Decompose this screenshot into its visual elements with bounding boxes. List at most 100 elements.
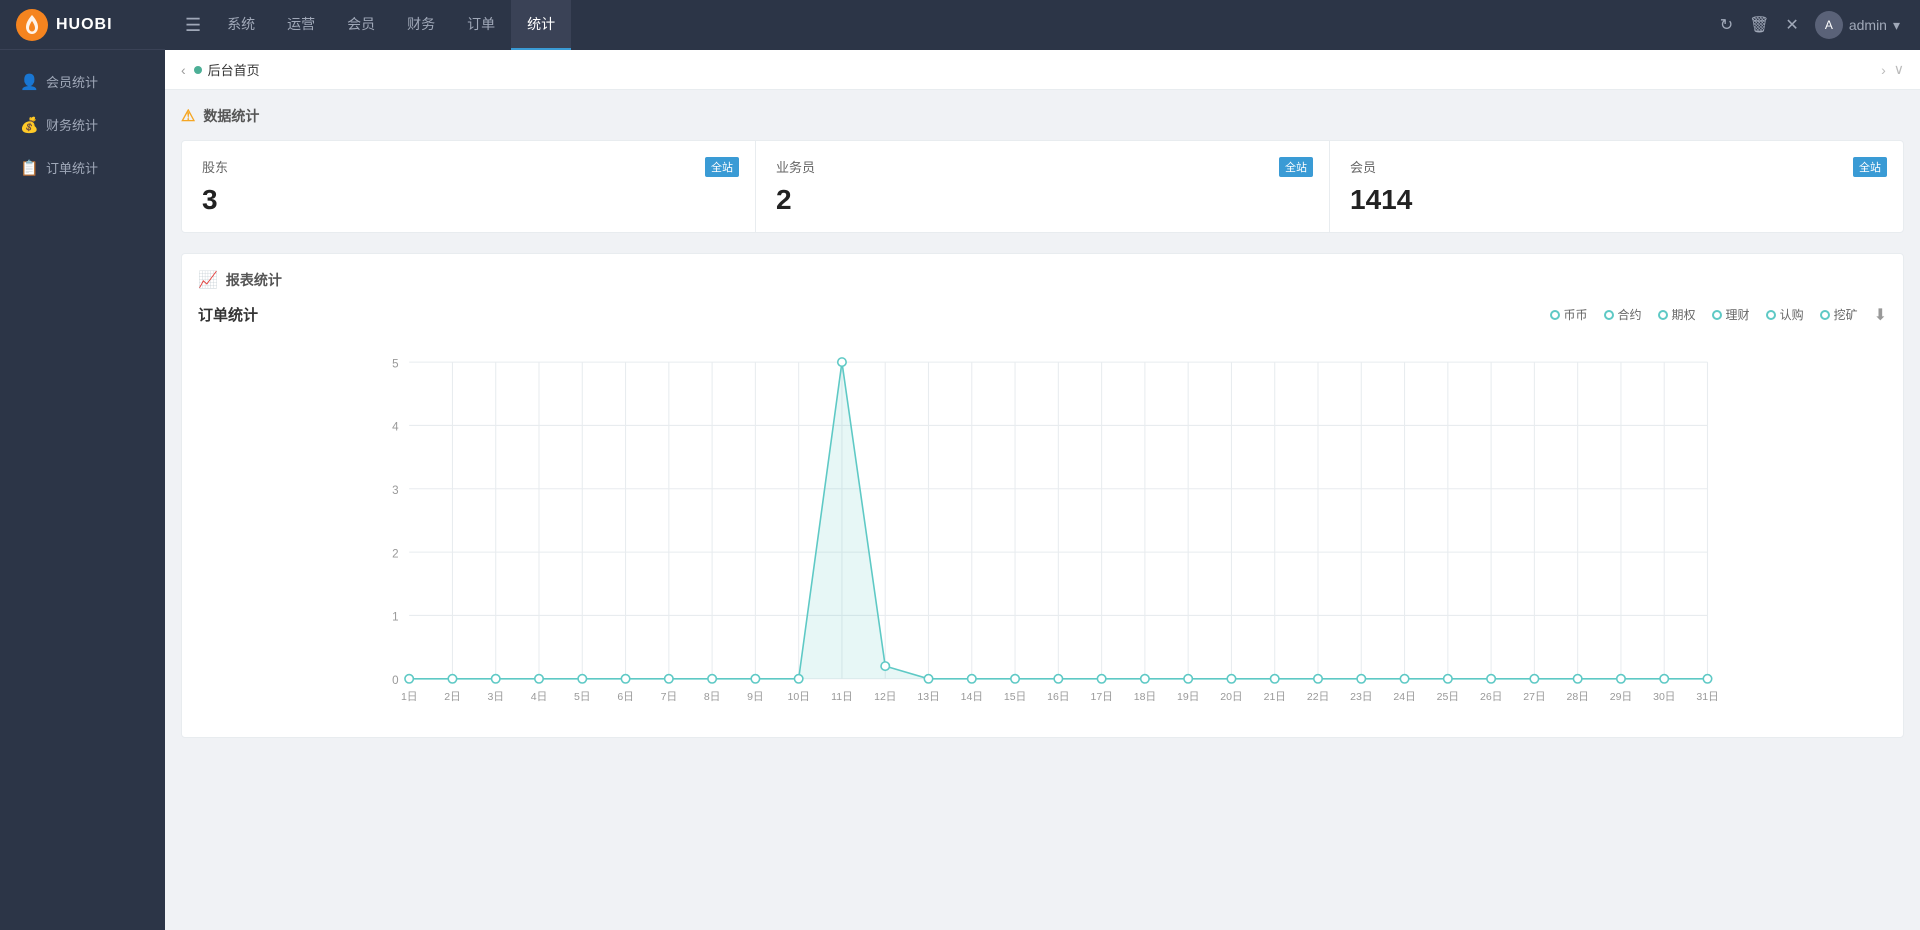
tab-operations[interactable]: 运营 [271, 0, 331, 50]
stat-member-badge: 全站 [1853, 157, 1887, 177]
chart-icon: 📈 [198, 270, 218, 290]
stat-shareholder-label: 股东 [202, 157, 735, 176]
huobi-logo-icon [16, 9, 48, 41]
member-stats-icon: 👤 [20, 73, 38, 91]
tab-member-label: 会员 [347, 14, 375, 34]
chart-dot-19 [1227, 675, 1235, 683]
sidebar-item-member-stats[interactable]: 👤 会员统计 [0, 60, 165, 103]
chart-dot-13 [968, 675, 976, 683]
chart-download-button[interactable]: ⬇ [1874, 305, 1887, 325]
chart-section-header: 📈 报表统计 [198, 270, 1887, 290]
stat-salesman-value: 2 [776, 184, 1309, 216]
legend-subscribe: 认购 [1766, 306, 1804, 323]
user-label: admin [1849, 17, 1887, 33]
chart-section-label: 报表统计 [226, 270, 282, 290]
topbar: ☰ 系统 运营 会员 财务 订单 统计 ↻ 🗑 ✕ [165, 0, 1920, 50]
chart-header: 订单统计 币币 合约 期权 [198, 304, 1887, 325]
chart-dot-12 [924, 675, 932, 683]
chart-dot-17 [1141, 675, 1149, 683]
legend-option-label: 期权 [1672, 306, 1696, 323]
chart-dot-1 [448, 675, 456, 683]
tab-finance[interactable]: 财务 [391, 0, 451, 50]
breadcrumb-text: 后台首页 [208, 60, 260, 79]
svg-text:1日: 1日 [401, 691, 417, 703]
chart-dot-3 [535, 675, 543, 683]
svg-text:7日: 7日 [661, 691, 677, 703]
svg-text:11日: 11日 [831, 691, 853, 703]
order-chart: 0 1 2 3 4 5 1日 2日 3日 4日 5日 6日 7日 8日 9 [198, 341, 1887, 721]
close-icon[interactable]: ✕ [1785, 15, 1798, 35]
svg-text:14日: 14日 [961, 691, 983, 703]
topbar-tabs: 系统 运营 会员 财务 订单 统计 [211, 0, 1710, 50]
menu-icon[interactable]: ☰ [175, 15, 211, 36]
stat-card-member: 会员 1414 全站 [1330, 141, 1903, 232]
chart-dot-16 [1097, 675, 1105, 683]
chart-dot-29 [1660, 675, 1668, 683]
legend-subscribe-dot [1766, 310, 1776, 320]
svg-text:15日: 15日 [1004, 691, 1026, 703]
stat-salesman-label: 业务员 [776, 157, 1309, 176]
user-dropdown-icon: ▾ [1893, 17, 1900, 34]
finance-stats-icon: 💰 [20, 116, 38, 134]
chart-dot-11 [881, 662, 889, 670]
legend-wealth-dot [1712, 310, 1722, 320]
tab-system[interactable]: 系统 [211, 0, 271, 50]
svg-text:9日: 9日 [747, 691, 763, 703]
legend-wealth: 理财 [1712, 306, 1750, 323]
stat-salesman-badge: 全站 [1279, 157, 1313, 177]
legend-option: 期权 [1658, 306, 1696, 323]
svg-text:18日: 18日 [1134, 691, 1156, 703]
stat-member-value: 1414 [1350, 184, 1883, 216]
svg-text:1: 1 [392, 611, 398, 624]
chart-dot-8 [751, 675, 759, 683]
stat-shareholder-value: 3 [202, 184, 735, 216]
content-area: ⚠ 数据统计 股东 3 全站 业务员 2 全站 会员 1414 全站 📈 [165, 90, 1920, 930]
avatar: A [1815, 11, 1843, 39]
tab-stats-label: 统计 [527, 14, 555, 34]
chart-dot-26 [1530, 675, 1538, 683]
breadcrumb-expand-arrow[interactable]: ∨ [1894, 61, 1904, 78]
legend-wealth-label: 理财 [1726, 306, 1750, 323]
svg-text:26日: 26日 [1480, 691, 1502, 703]
sidebar-item-order-stats-label: 订单统计 [46, 158, 98, 177]
legend-mining-label: 挖矿 [1834, 306, 1858, 323]
chart-dot-21 [1314, 675, 1322, 683]
stats-row: 股东 3 全站 业务员 2 全站 会员 1414 全站 [181, 140, 1904, 233]
svg-text:4日: 4日 [531, 691, 547, 703]
tab-order-label: 订单 [467, 14, 495, 34]
breadcrumb-dot [194, 66, 202, 74]
breadcrumb-back-arrow[interactable]: ‹ [181, 62, 186, 78]
sidebar-item-finance-stats[interactable]: 💰 财务统计 [0, 103, 165, 146]
delete-icon[interactable]: 🗑 [1749, 15, 1769, 35]
tab-member[interactable]: 会员 [331, 0, 391, 50]
chart-dot-18 [1184, 675, 1192, 683]
sidebar-item-order-stats[interactable]: 📋 订单统计 [0, 146, 165, 189]
user-menu[interactable]: A admin ▾ [1815, 11, 1900, 39]
svg-text:4: 4 [392, 421, 399, 434]
chart-dot-15 [1054, 675, 1062, 683]
svg-text:17日: 17日 [1090, 691, 1112, 703]
svg-text:20日: 20日 [1220, 691, 1242, 703]
tab-order[interactable]: 订单 [451, 0, 511, 50]
sidebar: HUOBI 👤 会员统计 💰 财务统计 📋 订单统计 [0, 0, 165, 930]
main-area: ☰ 系统 运营 会员 财务 订单 统计 ↻ 🗑 ✕ [165, 0, 1920, 930]
order-stats-icon: 📋 [20, 159, 38, 177]
chart-dot-7 [708, 675, 716, 683]
svg-text:22日: 22日 [1307, 691, 1329, 703]
svg-text:5日: 5日 [574, 691, 590, 703]
logo: HUOBI [0, 0, 165, 50]
chart-legend: 币币 合约 期权 理财 [1550, 306, 1858, 323]
chart-dot-5 [621, 675, 629, 683]
svg-text:10日: 10日 [788, 691, 810, 703]
data-stats-header: ⚠ 数据统计 [181, 106, 1904, 126]
refresh-icon[interactable]: ↻ [1720, 15, 1733, 35]
chart-dot-6 [665, 675, 673, 683]
tab-stats[interactable]: 统计 [511, 0, 571, 50]
legend-mining-dot [1820, 310, 1830, 320]
breadcrumb-forward-arrow[interactable]: › [1881, 62, 1886, 78]
chart-dot-28 [1617, 675, 1625, 683]
data-stats-label: 数据统计 [203, 106, 259, 126]
chart-dot-10 [838, 358, 846, 366]
chart-container: 0 1 2 3 4 5 1日 2日 3日 4日 5日 6日 7日 8日 9 [198, 341, 1887, 721]
chart-dot-25 [1487, 675, 1495, 683]
